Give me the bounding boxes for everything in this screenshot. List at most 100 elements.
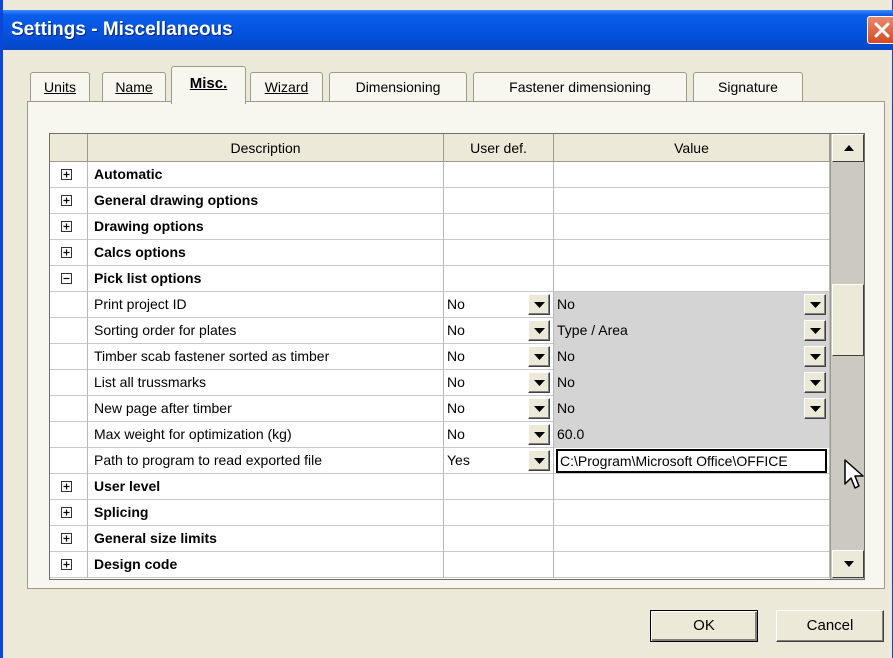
tab-fastener-dimensioning[interactable]: Fastener dimensioning xyxy=(473,72,687,102)
value-dropdown-button[interactable] xyxy=(804,346,826,367)
dropdown-arrow-icon xyxy=(534,328,545,334)
expander-cell xyxy=(50,396,88,422)
user-def-dropdown-button[interactable] xyxy=(528,398,550,419)
user-def-column-header[interactable]: User def. xyxy=(444,134,554,162)
property-grid[interactable]: Description User def. Value Automatic Gen… xyxy=(49,133,865,580)
grid-group-row[interactable]: Design code xyxy=(50,552,830,578)
value-cell xyxy=(554,500,830,526)
expand-icon[interactable] xyxy=(61,195,72,206)
expander-cell xyxy=(50,162,88,188)
grid-item-row[interactable]: Print project ID No No xyxy=(50,292,830,318)
grid-item-row[interactable]: Sorting order for plates No Type / Area xyxy=(50,318,830,344)
dropdown-arrow-icon xyxy=(534,406,545,412)
grid-item-row[interactable]: List all trussmarks No No xyxy=(50,370,830,396)
tab-signature[interactable]: Signature xyxy=(693,72,803,102)
property-label: List all trussmarks xyxy=(88,370,444,396)
grid-item-row[interactable]: Max weight for optimization (kg) No 60.0 xyxy=(50,422,830,448)
tab-wizard[interactable]: Wizard xyxy=(250,72,323,102)
grid-group-row[interactable]: General size limits xyxy=(50,526,830,552)
grid-group-row[interactable]: Splicing xyxy=(50,500,830,526)
tab-units[interactable]: Units xyxy=(30,72,90,102)
collapse-icon[interactable] xyxy=(61,273,72,284)
user-def-value: No xyxy=(447,400,465,416)
property-label: Sorting order for plates xyxy=(88,318,444,344)
expand-icon[interactable] xyxy=(61,507,72,518)
description-column-header[interactable]: Description xyxy=(88,134,444,162)
user-def-dropdown-button[interactable] xyxy=(528,294,550,315)
close-button[interactable] xyxy=(867,16,893,44)
value-cell xyxy=(554,214,830,240)
cancel-button[interactable]: Cancel xyxy=(776,610,884,642)
value-cell xyxy=(554,162,830,188)
user-def-dropdown-button[interactable] xyxy=(528,320,550,341)
tab-dimensioning[interactable]: Dimensioning xyxy=(329,72,467,102)
expand-icon[interactable] xyxy=(61,533,72,544)
expand-icon[interactable] xyxy=(61,169,72,180)
property-label: Print project ID xyxy=(88,292,444,318)
value-dropdown-button[interactable] xyxy=(804,294,826,315)
path-edit-field[interactable]: C:\Program\Microsoft Office\OFFICE xyxy=(556,449,827,473)
user-def-cell[interactable]: No xyxy=(444,344,554,370)
expand-icon[interactable] xyxy=(61,221,72,232)
property-label: Max weight for optimization (kg) xyxy=(88,422,444,448)
user-def-cell[interactable]: No xyxy=(444,396,554,422)
expand-icon[interactable] xyxy=(61,481,72,492)
user-def-dropdown-button[interactable] xyxy=(528,346,550,367)
user-def-cell xyxy=(444,214,554,240)
value-cell[interactable]: No xyxy=(554,396,830,422)
property-value: No xyxy=(557,400,575,416)
grid-group-row[interactable]: General drawing options xyxy=(50,188,830,214)
mouse-cursor-icon xyxy=(844,459,864,489)
group-label: Automatic xyxy=(88,162,444,188)
grid-item-row[interactable]: Path to program to read exported file Yes… xyxy=(50,448,830,474)
tab-name[interactable]: Name xyxy=(102,72,166,102)
scroll-up-button[interactable] xyxy=(832,134,864,162)
grid-item-row[interactable]: Timber scab fastener sorted as timber No N… xyxy=(50,344,830,370)
user-def-cell[interactable]: No xyxy=(444,292,554,318)
expander-cell xyxy=(50,422,88,448)
ok-button[interactable]: OK xyxy=(650,610,758,642)
value-cell[interactable]: No xyxy=(554,344,830,370)
dropdown-arrow-icon xyxy=(810,328,821,334)
group-label: General size limits xyxy=(88,526,444,552)
value-cell[interactable]: No xyxy=(554,370,830,396)
vertical-scrollbar[interactable] xyxy=(830,134,864,579)
grid-item-row[interactable]: New page after timber No No xyxy=(50,396,830,422)
user-def-cell[interactable]: No xyxy=(444,318,554,344)
user-def-dropdown-button[interactable] xyxy=(528,372,550,393)
expander-cell xyxy=(50,266,88,292)
grid-group-row[interactable]: Pick list options xyxy=(50,266,830,292)
expand-icon[interactable] xyxy=(61,559,72,570)
dropdown-arrow-icon xyxy=(534,432,545,438)
tab-misc[interactable]: Misc. xyxy=(171,66,246,104)
grid-group-row[interactable]: User level xyxy=(50,474,830,500)
group-label: User level xyxy=(88,474,444,500)
user-def-cell[interactable]: No xyxy=(444,370,554,396)
value-cell[interactable]: C:\Program\Microsoft Office\OFFICE xyxy=(554,448,830,474)
user-def-cell[interactable]: Yes xyxy=(444,448,554,474)
value-cell[interactable]: 60.0 xyxy=(554,422,830,448)
value-column-header[interactable]: Value xyxy=(554,134,830,162)
value-dropdown-button[interactable] xyxy=(804,372,826,393)
title-bar[interactable]: Settings - Miscellaneous xyxy=(3,10,893,50)
value-cell[interactable]: Type / Area xyxy=(554,318,830,344)
user-def-cell xyxy=(444,500,554,526)
grid-group-row[interactable]: Drawing options xyxy=(50,214,830,240)
settings-dialog: Settings - Miscellaneous Units Name Misc… xyxy=(0,0,893,658)
expander-column-header xyxy=(50,134,88,162)
value-dropdown-button[interactable] xyxy=(804,320,826,341)
expand-icon[interactable] xyxy=(61,247,72,258)
scroll-down-button[interactable] xyxy=(832,550,864,578)
user-def-value: No xyxy=(447,348,465,364)
user-def-dropdown-button[interactable] xyxy=(528,450,550,471)
grid-group-row[interactable]: Automatic xyxy=(50,162,830,188)
group-label: Splicing xyxy=(88,500,444,526)
value-dropdown-button[interactable] xyxy=(804,398,826,419)
value-cell[interactable]: No xyxy=(554,292,830,318)
expander-cell xyxy=(50,500,88,526)
grid-group-row[interactable]: Calcs options xyxy=(50,240,830,266)
user-def-cell[interactable]: No xyxy=(444,422,554,448)
scroll-thumb[interactable] xyxy=(832,284,864,356)
user-def-value: No xyxy=(447,322,465,338)
user-def-dropdown-button[interactable] xyxy=(528,424,550,445)
